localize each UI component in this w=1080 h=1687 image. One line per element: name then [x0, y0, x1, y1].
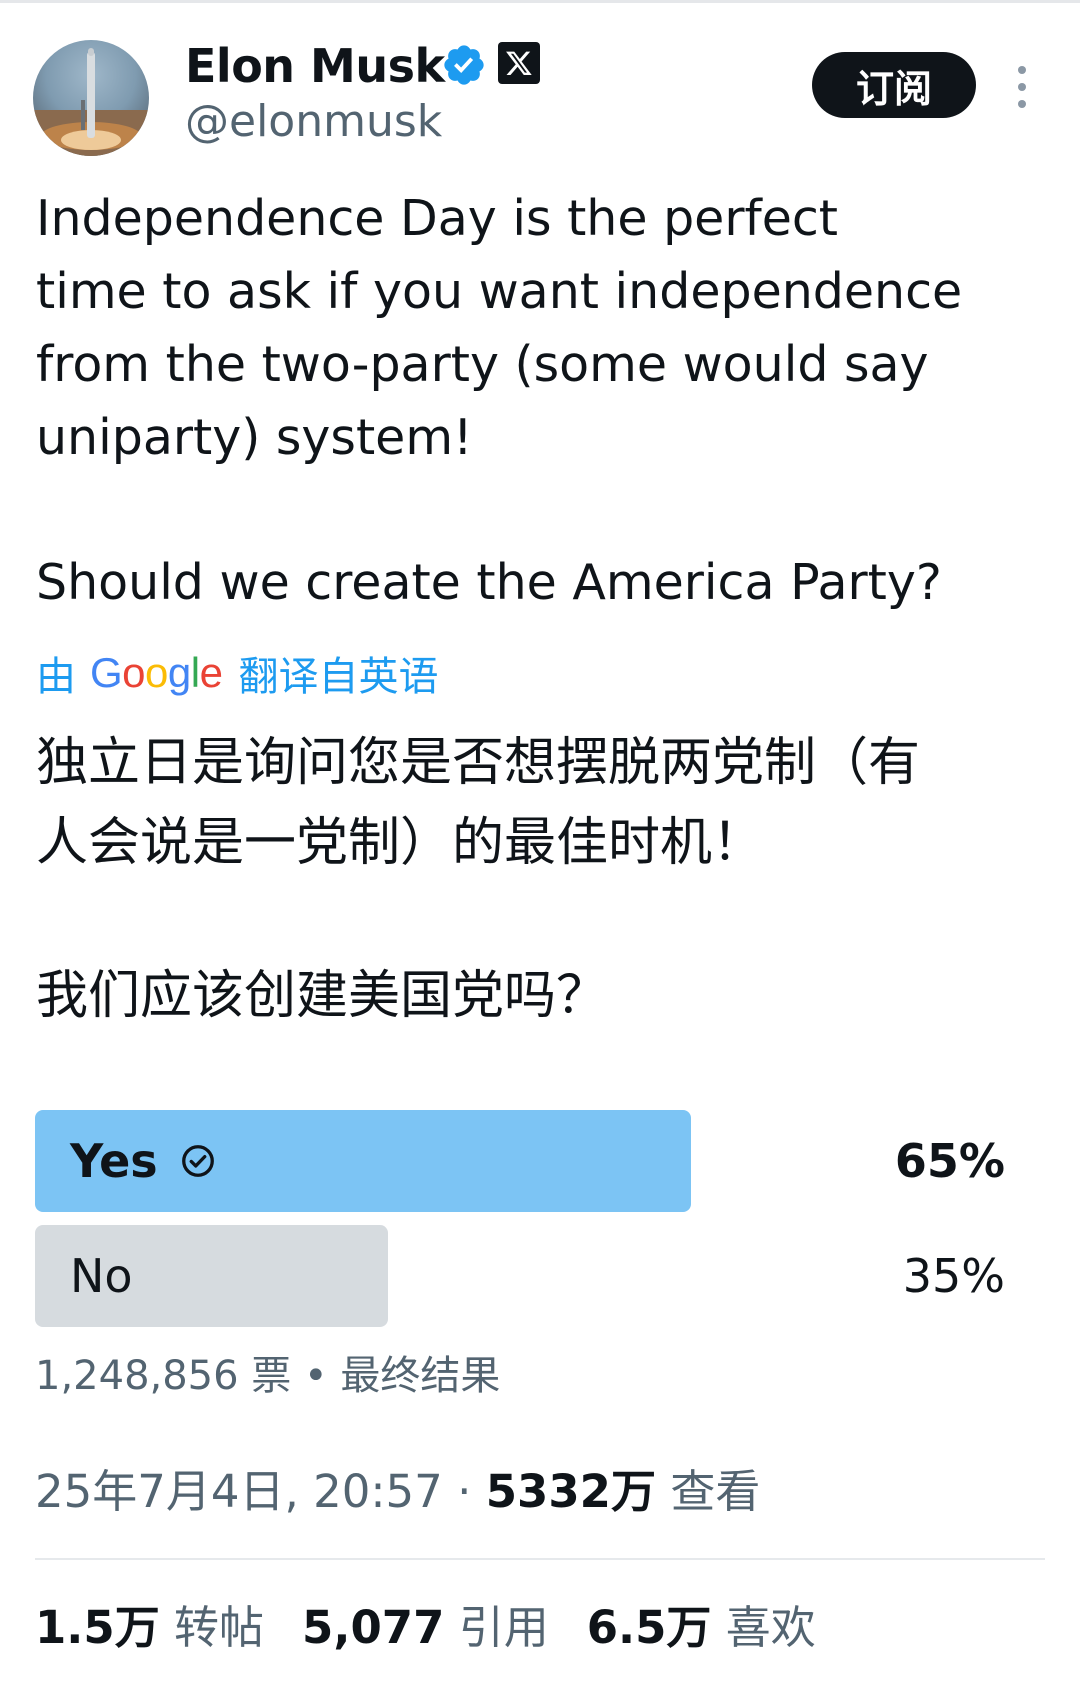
- translation-attribution[interactable]: 由 Google 翻译自英语: [36, 646, 438, 700]
- poll-meta: 1,248,856 票 • 最终结果: [35, 1350, 500, 1402]
- post-date[interactable]: 25年7月4日, 20:57: [35, 1465, 443, 1518]
- post-question: Should we create the America Party?: [36, 554, 942, 611]
- poll-option-percent: 65%: [894, 1134, 1005, 1188]
- poll-votes: 1,248,856: [35, 1353, 239, 1399]
- post-timestamp: 25年7月4日, 20:57 · 5332万 查看: [35, 1463, 760, 1521]
- translated-text: 独立日是询问您是否想摆脱两党制（有 人会说是一党制）的最佳时机！: [36, 733, 921, 873]
- author-name[interactable]: Elon Musk: [185, 38, 445, 94]
- poll-separator: •: [291, 1353, 341, 1399]
- google-logo: Google: [90, 649, 223, 696]
- top-divider: [0, 0, 1080, 3]
- likes-count: 6.5万: [586, 1601, 712, 1654]
- translation-suffix: 翻译自英语: [238, 654, 439, 700]
- poll-option-percent: 35%: [902, 1249, 1005, 1303]
- reposts-count: 1.5万: [35, 1601, 160, 1654]
- likes-label: 喜欢: [725, 1601, 816, 1654]
- translated-question: 我们应该创建美国党吗？: [36, 966, 609, 1026]
- verified-badge-icon: [444, 45, 484, 85]
- more-vertical-icon[interactable]: [1012, 62, 1032, 112]
- poll-status: 最终结果: [340, 1353, 501, 1399]
- poll-option-label: Yes: [70, 1134, 158, 1188]
- timestamp-dot: ·: [442, 1465, 486, 1518]
- check-circle-icon: [181, 1145, 214, 1177]
- engagement-stats: 1.5万 转帖 5,077 引用 6.5万 喜欢: [35, 1598, 854, 1658]
- subscribe-button[interactable]: 订阅: [812, 52, 976, 118]
- translation-prefix: 由: [36, 654, 76, 700]
- author-handle[interactable]: @elonmusk: [185, 94, 442, 150]
- poll-votes-unit: 票: [251, 1353, 292, 1399]
- views-count: 5332万: [485, 1465, 656, 1518]
- avatar-rocket-image: [33, 48, 149, 156]
- stats-divider: [35, 1558, 1045, 1560]
- reposts-stat[interactable]: 1.5万 转帖: [35, 1598, 264, 1658]
- post-text: Independence Day is the perfect time to …: [36, 190, 963, 466]
- quotes-stat[interactable]: 5,077 引用: [302, 1598, 549, 1658]
- avatar[interactable]: [33, 40, 149, 156]
- quotes-count: 5,077: [302, 1601, 445, 1654]
- poll-option-label: No: [70, 1249, 133, 1303]
- likes-stat[interactable]: 6.5万 喜欢: [587, 1598, 816, 1658]
- poll-option-yes: Yes 65%: [35, 1110, 1045, 1212]
- x-logo-icon: [498, 42, 540, 84]
- reposts-label: 转帖: [174, 1601, 265, 1654]
- quotes-label: 引用: [458, 1601, 549, 1654]
- views-label: 查看: [670, 1465, 761, 1518]
- poll-option-no: No 35%: [35, 1225, 1045, 1327]
